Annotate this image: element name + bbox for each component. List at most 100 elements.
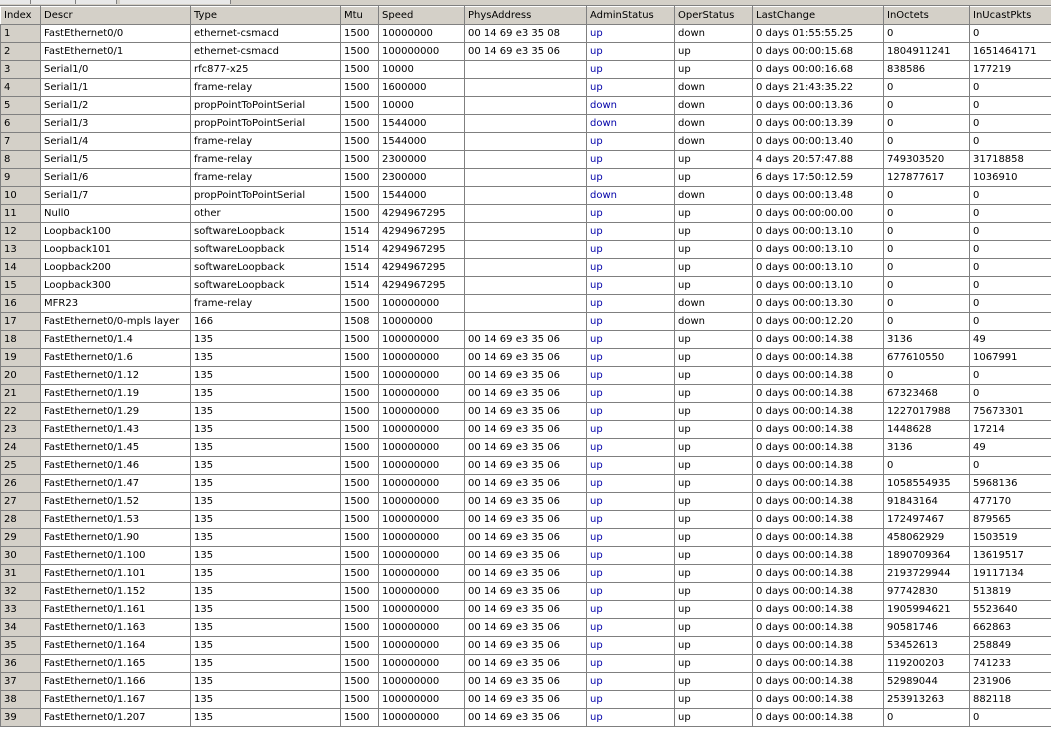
table-row[interactable]: 23 FastEthernet0/1.43 135 1500 100000000 00 1… — [0, 420, 1051, 439]
cell-descr: Serial1/0 — [40, 60, 191, 79]
cell-physaddress: 00 14 69 e3 35 06 — [464, 474, 587, 493]
table-row[interactable]: 39 FastEthernet0/1.207 135 1500 100000000 00 … — [0, 708, 1051, 727]
table-row[interactable]: 6 Serial1/3 propPointToPointSerial 1500 1544… — [0, 114, 1051, 133]
table-row[interactable]: 3 Serial1/0 rfc877-x25 1500 10000 up up 0 days … — [0, 60, 1051, 79]
column-header-operstatus[interactable]: OperStatus — [674, 6, 753, 25]
cell-index: 22 — [0, 402, 41, 421]
table-row[interactable]: 10 Serial1/7 propPointToPointSerial 1500 154… — [0, 186, 1051, 205]
cell-adminstatus: up — [586, 78, 675, 97]
cell-inucastpkts: 1036910 — [969, 168, 1051, 187]
table-row[interactable]: 7 Serial1/4 frame-relay 1500 1544000 up down 0 … — [0, 132, 1051, 151]
cell-type: softwareLoopback — [190, 240, 341, 259]
table-row[interactable]: 15 Loopback300 softwareLoopback 1514 4294967… — [0, 276, 1051, 295]
cell-type: frame-relay — [190, 294, 341, 313]
column-header-physaddress[interactable]: PhysAddress — [464, 6, 587, 25]
cell-inucastpkts: 177219 — [969, 60, 1051, 79]
cell-inucastpkts: 0 — [969, 708, 1051, 727]
cell-inucastpkts: 0 — [969, 114, 1051, 133]
column-header-type[interactable]: Type — [190, 6, 341, 25]
cell-physaddress: 00 14 69 e3 35 06 — [464, 618, 587, 637]
cell-index: 39 — [0, 708, 41, 727]
column-header-index[interactable]: Index — [0, 6, 41, 25]
column-header-adminstatus[interactable]: AdminStatus — [586, 6, 675, 25]
table-row[interactable]: 13 Loopback101 softwareLoopback 1514 4294967… — [0, 240, 1051, 259]
tab-segment[interactable] — [76, 0, 117, 4]
cell-inucastpkts: 0 — [969, 132, 1051, 151]
cell-type: 135 — [190, 690, 341, 709]
table-row[interactable]: 1 FastEthernet0/0 ethernet-csmacd 1500 10000… — [0, 24, 1051, 43]
cell-type: 135 — [190, 636, 341, 655]
table-row[interactable]: 26 FastEthernet0/1.47 135 1500 100000000 00 1… — [0, 474, 1051, 493]
cell-descr: FastEthernet0/0-mpls layer — [40, 312, 191, 331]
table-row[interactable]: 22 FastEthernet0/1.29 135 1500 100000000 00 1… — [0, 402, 1051, 421]
column-header-inoctets[interactable]: InOctets — [883, 6, 970, 25]
table-row[interactable]: 29 FastEthernet0/1.90 135 1500 100000000 00 1… — [0, 528, 1051, 547]
cell-speed: 10000000 — [378, 24, 465, 43]
cell-type: softwareLoopback — [190, 276, 341, 295]
tab-segment[interactable] — [120, 0, 231, 4]
table-row[interactable]: 16 MFR23 frame-relay 1500 100000000 up down 0 d… — [0, 294, 1051, 313]
cell-lastchange: 0 days 00:00:14.38 — [752, 546, 884, 565]
table-row[interactable]: 34 FastEthernet0/1.163 135 1500 100000000 00 … — [0, 618, 1051, 637]
table-row[interactable]: 9 Serial1/6 frame-relay 1500 2300000 up up 6 da… — [0, 168, 1051, 187]
cell-physaddress: 00 14 69 e3 35 06 — [464, 456, 587, 475]
table-row[interactable]: 28 FastEthernet0/1.53 135 1500 100000000 00 1… — [0, 510, 1051, 529]
column-header-lastchange[interactable]: LastChange — [752, 6, 884, 25]
cell-descr: FastEthernet0/0 — [40, 24, 191, 43]
cell-lastchange: 0 days 00:00:14.38 — [752, 564, 884, 583]
table-row[interactable]: 8 Serial1/5 frame-relay 1500 2300000 up up 4 da… — [0, 150, 1051, 169]
table-row[interactable]: 11 Null0 other 1500 4294967295 up up 0 days 00:… — [0, 204, 1051, 223]
table-row[interactable]: 32 FastEthernet0/1.152 135 1500 100000000 00 … — [0, 582, 1051, 601]
cell-descr: FastEthernet0/1.4 — [40, 330, 191, 349]
column-header-descr[interactable]: Descr — [40, 6, 191, 25]
cell-descr: Loopback100 — [40, 222, 191, 241]
table-row[interactable]: 38 FastEthernet0/1.167 135 1500 100000000 00 … — [0, 690, 1051, 709]
cell-inucastpkts: 13619517 — [969, 546, 1051, 565]
cell-inucastpkts: 0 — [969, 258, 1051, 277]
cell-speed: 4294967295 — [378, 276, 465, 295]
table-row[interactable]: 20 FastEthernet0/1.12 135 1500 100000000 00 1… — [0, 366, 1051, 385]
tab-segment[interactable] — [31, 0, 76, 4]
cell-inoctets: 2193729944 — [883, 564, 970, 583]
table-row[interactable]: 33 FastEthernet0/1.161 135 1500 100000000 00 … — [0, 600, 1051, 619]
table-row[interactable]: 24 FastEthernet0/1.45 135 1500 100000000 00 1… — [0, 438, 1051, 457]
cell-physaddress: 00 14 69 e3 35 06 — [464, 330, 587, 349]
table-row[interactable]: 35 FastEthernet0/1.164 135 1500 100000000 00 … — [0, 636, 1051, 655]
cell-mtu: 1500 — [340, 42, 379, 61]
cell-adminstatus: up — [586, 456, 675, 475]
table-row[interactable]: 18 FastEthernet0/1.4 135 1500 100000000 00 14… — [0, 330, 1051, 349]
cell-descr: Serial1/7 — [40, 186, 191, 205]
interface-table: Index Descr Type Mtu Speed PhysAddress A… — [0, 6, 1051, 727]
table-row[interactable]: 14 Loopback200 softwareLoopback 1514 4294967… — [0, 258, 1051, 277]
cell-speed: 100000000 — [378, 564, 465, 583]
cell-type: 135 — [190, 672, 341, 691]
column-header-mtu[interactable]: Mtu — [340, 6, 379, 25]
table-row[interactable]: 31 FastEthernet0/1.101 135 1500 100000000 00 … — [0, 564, 1051, 583]
column-header-inucastpkts[interactable]: InUcastPkts — [969, 6, 1051, 25]
cell-descr: Null0 — [40, 204, 191, 223]
table-row[interactable]: 21 FastEthernet0/1.19 135 1500 100000000 00 1… — [0, 384, 1051, 403]
table-header-row: Index Descr Type Mtu Speed PhysAddress A… — [0, 6, 1051, 25]
tab-segment[interactable] — [0, 0, 31, 4]
cell-operstatus: up — [674, 456, 753, 475]
cell-inoctets: 0 — [883, 276, 970, 295]
interface-table-view[interactable]: Index Descr Type Mtu Speed PhysAddress A… — [0, 6, 1051, 731]
cell-descr: FastEthernet0/1.163 — [40, 618, 191, 637]
cell-index: 37 — [0, 672, 41, 691]
table-row[interactable]: 30 FastEthernet0/1.100 135 1500 100000000 00 … — [0, 546, 1051, 565]
cell-inucastpkts: 0 — [969, 222, 1051, 241]
table-row[interactable]: 36 FastEthernet0/1.165 135 1500 100000000 00 … — [0, 654, 1051, 673]
cell-inoctets: 0 — [883, 78, 970, 97]
table-row[interactable]: 4 Serial1/1 frame-relay 1500 1600000 up down 0 … — [0, 78, 1051, 97]
cell-type: ethernet-csmacd — [190, 42, 341, 61]
table-row[interactable]: 2 FastEthernet0/1 ethernet-csmacd 1500 10000… — [0, 42, 1051, 61]
table-row[interactable]: 19 FastEthernet0/1.6 135 1500 100000000 00 14… — [0, 348, 1051, 367]
table-row[interactable]: 17 FastEthernet0/0-mpls layer 166 1508 10000… — [0, 312, 1051, 331]
table-row[interactable]: 12 Loopback100 softwareLoopback 1514 4294967… — [0, 222, 1051, 241]
table-row[interactable]: 5 Serial1/2 propPointToPointSerial 1500 1000… — [0, 96, 1051, 115]
column-header-speed[interactable]: Speed — [378, 6, 465, 25]
cell-physaddress — [464, 312, 587, 331]
table-row[interactable]: 27 FastEthernet0/1.52 135 1500 100000000 00 1… — [0, 492, 1051, 511]
table-row[interactable]: 37 FastEthernet0/1.166 135 1500 100000000 00 … — [0, 672, 1051, 691]
table-row[interactable]: 25 FastEthernet0/1.46 135 1500 100000000 00 1… — [0, 456, 1051, 475]
